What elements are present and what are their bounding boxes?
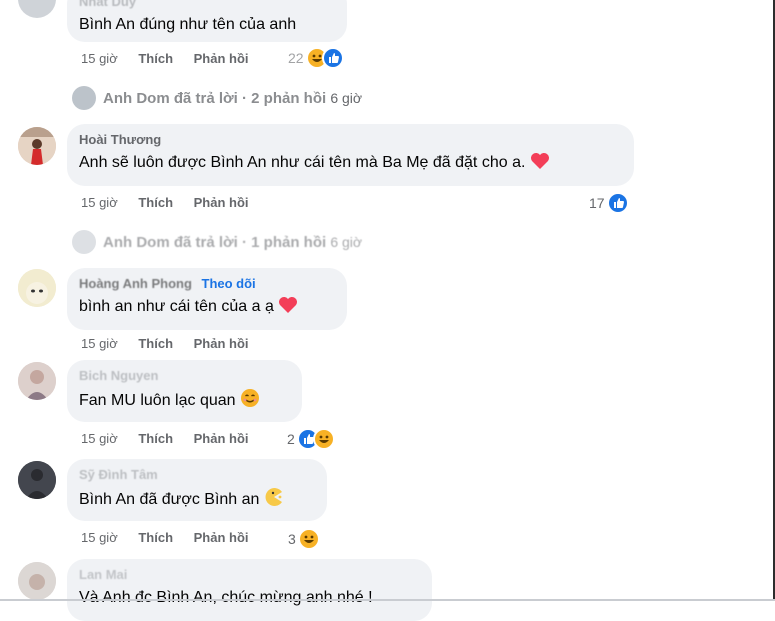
comment-text: Anh sẽ luôn được Bình An như cái tên mà …: [79, 152, 622, 177]
comment-bubble: Hoài Thương Anh sẽ luôn được Bình An như…: [67, 124, 634, 186]
reply-avatar: [72, 230, 96, 254]
comment-time[interactable]: 15 giờ: [81, 51, 118, 66]
like-button[interactable]: Thích: [138, 336, 173, 351]
comment-actions: 15 giờ Thích Phản hồi: [81, 530, 249, 545]
comment-author[interactable]: Nhat Duy: [79, 0, 335, 10]
haha-icon: [297, 528, 320, 550]
comment-author[interactable]: Lan Mai: [79, 567, 420, 583]
comment-text-body: Anh sẽ luôn được Bình An như cái tên mà …: [79, 154, 526, 171]
reply-button[interactable]: Phản hồi: [194, 195, 249, 210]
comment-text: bình an như cái tên của a ạ: [79, 296, 335, 321]
avatar[interactable]: [18, 0, 56, 18]
like-icon: [606, 192, 629, 214]
comment-time[interactable]: 15 giờ: [81, 195, 118, 210]
avatar[interactable]: [18, 127, 56, 165]
reply-button[interactable]: Phản hồi: [194, 431, 249, 446]
reaction-summary[interactable]: 17: [589, 192, 629, 214]
comment-time[interactable]: 15 giờ: [81, 336, 118, 351]
follow-button[interactable]: Theo dõi: [202, 276, 256, 291]
like-icon: [321, 47, 344, 69]
comment-author[interactable]: Hoàng Anh Phong: [79, 276, 192, 291]
reaction-summary[interactable]: 2: [287, 428, 335, 450]
like-button[interactable]: Thích: [138, 51, 173, 66]
like-button[interactable]: Thích: [138, 431, 173, 446]
haha-icon: [312, 428, 335, 450]
smile-icon: [240, 388, 260, 415]
reaction-count: 3: [288, 531, 296, 547]
comment-actions: 15 giờ Thích Phản hồi: [81, 336, 249, 351]
comment-text: Bình An đúng như tên của anh: [79, 16, 297, 33]
comment-actions: 15 giờ Thích Phản hồi: [81, 51, 249, 66]
avatar[interactable]: [18, 562, 56, 600]
comment-bubble: Hoàng Anh Phong Theo dõi bình an như cái…: [67, 268, 347, 330]
comment-text: Fan MU luôn lạc quan: [79, 388, 290, 415]
reaction-count: 17: [589, 195, 605, 211]
comment-bubble: Lan Mai Và Anh đc Bình An, chúc mừng anh…: [67, 559, 432, 621]
comment-text-body: Bình An đã được Bình an: [79, 491, 260, 508]
comment-time[interactable]: 15 giờ: [81, 530, 118, 545]
comment-text: Và Anh đc Bình An, chúc mừng anh nhé !: [79, 589, 373, 606]
comment-bubble: Nhat Duy Bình An đúng như tên của anh: [67, 0, 347, 42]
comment-author[interactable]: Bich Nguyen: [79, 368, 290, 384]
reply-button[interactable]: Phản hồi: [194, 51, 249, 66]
comment-text-body: Fan MU luôn lạc quan: [79, 392, 236, 409]
reaction-summary[interactable]: 22: [288, 47, 344, 69]
reply-thread-time: 6 giờ: [330, 90, 363, 106]
avatar[interactable]: [18, 461, 56, 499]
reply-thread-link[interactable]: Anh Dom đã trả lời · 2 phản hồi 6 giờ: [103, 90, 362, 107]
comment-time[interactable]: 15 giờ: [81, 431, 118, 446]
reply-thread-link[interactable]: Anh Dom đã trả lời · 1 phản hồi 6 giờ: [103, 234, 362, 251]
comment-bubble: Bich Nguyen Fan MU luôn lạc quan: [67, 360, 302, 422]
heart-icon: [278, 296, 298, 321]
reply-thread-label: Anh Dom đã trả lời · 2 phản hồi: [103, 90, 327, 107]
heart-icon: [530, 152, 550, 177]
comment-text-body: bình an như cái tên của a ạ: [79, 298, 274, 315]
comment-bubble: Sỹ Đình Tâm Bình An đã được Bình an: [67, 459, 327, 521]
reply-avatar: [72, 86, 96, 110]
comment-actions: 15 giờ Thích Phản hồi: [81, 195, 249, 210]
comment-actions: 15 giờ Thích Phản hồi: [81, 431, 249, 446]
reply-thread-label: Anh Dom đã trả lời · 1 phản hồi: [103, 234, 327, 251]
avatar[interactable]: [18, 362, 56, 400]
reply-thread-time: 6 giờ: [330, 234, 363, 250]
reaction-count: 2: [287, 431, 295, 447]
pacman-icon: [264, 487, 284, 514]
comment-text: Bình An đã được Bình an: [79, 487, 315, 514]
comment-author-row: Hoàng Anh Phong Theo dõi: [79, 276, 335, 292]
reply-button[interactable]: Phản hồi: [194, 530, 249, 545]
reaction-summary[interactable]: 3: [288, 528, 320, 550]
reply-button[interactable]: Phản hồi: [194, 336, 249, 351]
like-button[interactable]: Thích: [138, 530, 173, 545]
comment-author[interactable]: Hoài Thương: [79, 132, 622, 148]
comment-author[interactable]: Sỹ Đình Tâm: [79, 467, 315, 483]
like-button[interactable]: Thích: [138, 195, 173, 210]
reaction-count: 22: [288, 50, 304, 66]
avatar[interactable]: [18, 269, 56, 307]
